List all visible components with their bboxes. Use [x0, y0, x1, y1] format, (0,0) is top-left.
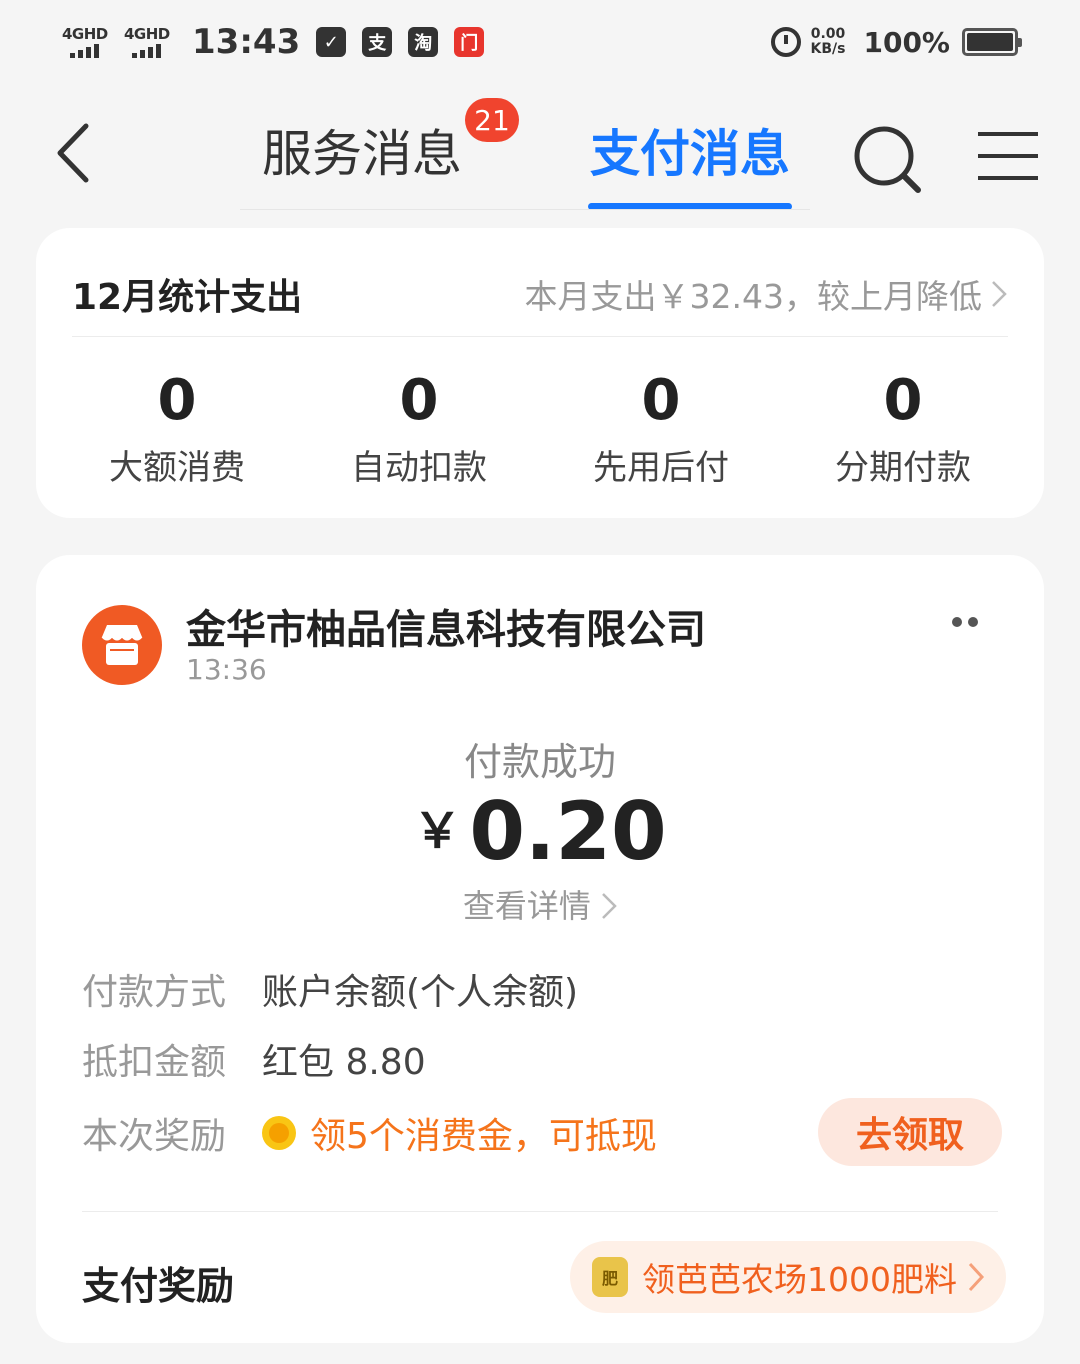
search-icon[interactable] — [852, 124, 924, 196]
payment-reward-title: 支付奖励 — [82, 1264, 235, 1308]
clock: 13:43 — [192, 22, 301, 62]
message-time: 13:36 — [186, 653, 267, 686]
coin-icon — [262, 1116, 296, 1150]
network-speed: 0.00 KB/s — [810, 26, 846, 57]
tab-payment-messages[interactable]: 支付消息 — [590, 114, 790, 186]
news-app-icon: 门 — [454, 27, 485, 57]
divider — [82, 1211, 998, 1212]
farm-fertilizer-button[interactable]: 肥 领芭芭农场1000肥料 — [570, 1241, 1006, 1313]
top-nav: 服务消息 21 支付消息 — [0, 86, 1080, 214]
more-options-icon[interactable] — [952, 617, 978, 627]
battery-percent: 100% — [863, 25, 950, 59]
payment-message-card[interactable]: 金华市柚品信息科技有限公司 13:36 付款成功 ￥ 0.20 查看详情 付款方式… — [36, 555, 1044, 1343]
back-arrow-icon[interactable] — [48, 118, 108, 188]
payment-status: 付款成功 — [463, 740, 616, 784]
status-bar: 4GHD 4GHD 13:43 ✓ 支 淘 门 0.00 KB/s 100% — [0, 0, 1080, 86]
reward-row: 本次奖励 领5个消费金，可抵现 — [82, 1116, 657, 1157]
nav-divider — [240, 209, 810, 210]
monthly-summary-link[interactable]: 本月支出￥32.43，较上月降低 — [525, 270, 1008, 318]
unread-badge: 21 — [465, 98, 519, 142]
menu-icon[interactable] — [976, 130, 1040, 182]
stat-pay-later[interactable]: 0 先用后付 — [540, 368, 782, 489]
divider — [72, 336, 1008, 337]
stats-title: 12月统计支出 — [72, 277, 303, 318]
payment-amount: ￥ 0.20 — [413, 785, 667, 878]
merchant-name: 金华市柚品信息科技有限公司 — [186, 607, 706, 653]
fertilizer-icon: 肥 — [592, 1257, 628, 1297]
alarm-icon — [770, 27, 801, 57]
battery-icon — [962, 28, 1022, 56]
store-icon — [82, 605, 162, 685]
claim-reward-button[interactable]: 去领取 — [818, 1098, 1002, 1166]
task-check-icon: ✓ — [316, 27, 347, 57]
chevron-right-icon — [968, 1262, 985, 1292]
chevron-right-icon — [602, 893, 617, 919]
signal-indicator: 4GHD — [62, 26, 112, 58]
taobao-app-icon: 淘 — [408, 27, 439, 57]
signal-bars-icon — [124, 43, 174, 58]
stat-installments[interactable]: 0 分期付款 — [782, 368, 1024, 489]
signal-indicator: 4GHD — [124, 26, 174, 58]
tab-service-messages[interactable]: 服务消息 — [262, 114, 462, 186]
stat-large-spending[interactable]: 0 大额消费 — [56, 368, 298, 489]
chevron-right-icon — [992, 281, 1007, 307]
stat-auto-debit[interactable]: 0 自动扣款 — [298, 368, 540, 489]
payment-method-row: 付款方式 账户余额(个人余额) — [82, 972, 579, 1013]
view-details-link[interactable]: 查看详情 — [36, 881, 1044, 927]
alipay-app-icon: 支 — [362, 27, 393, 57]
signal-bars-icon — [62, 43, 112, 58]
monthly-stats-card: 12月统计支出 本月支出￥32.43，较上月降低 0 大额消费 0 自动扣款 0… — [36, 228, 1044, 518]
deduction-row: 抵扣金额 红包 8.80 — [82, 1042, 426, 1083]
